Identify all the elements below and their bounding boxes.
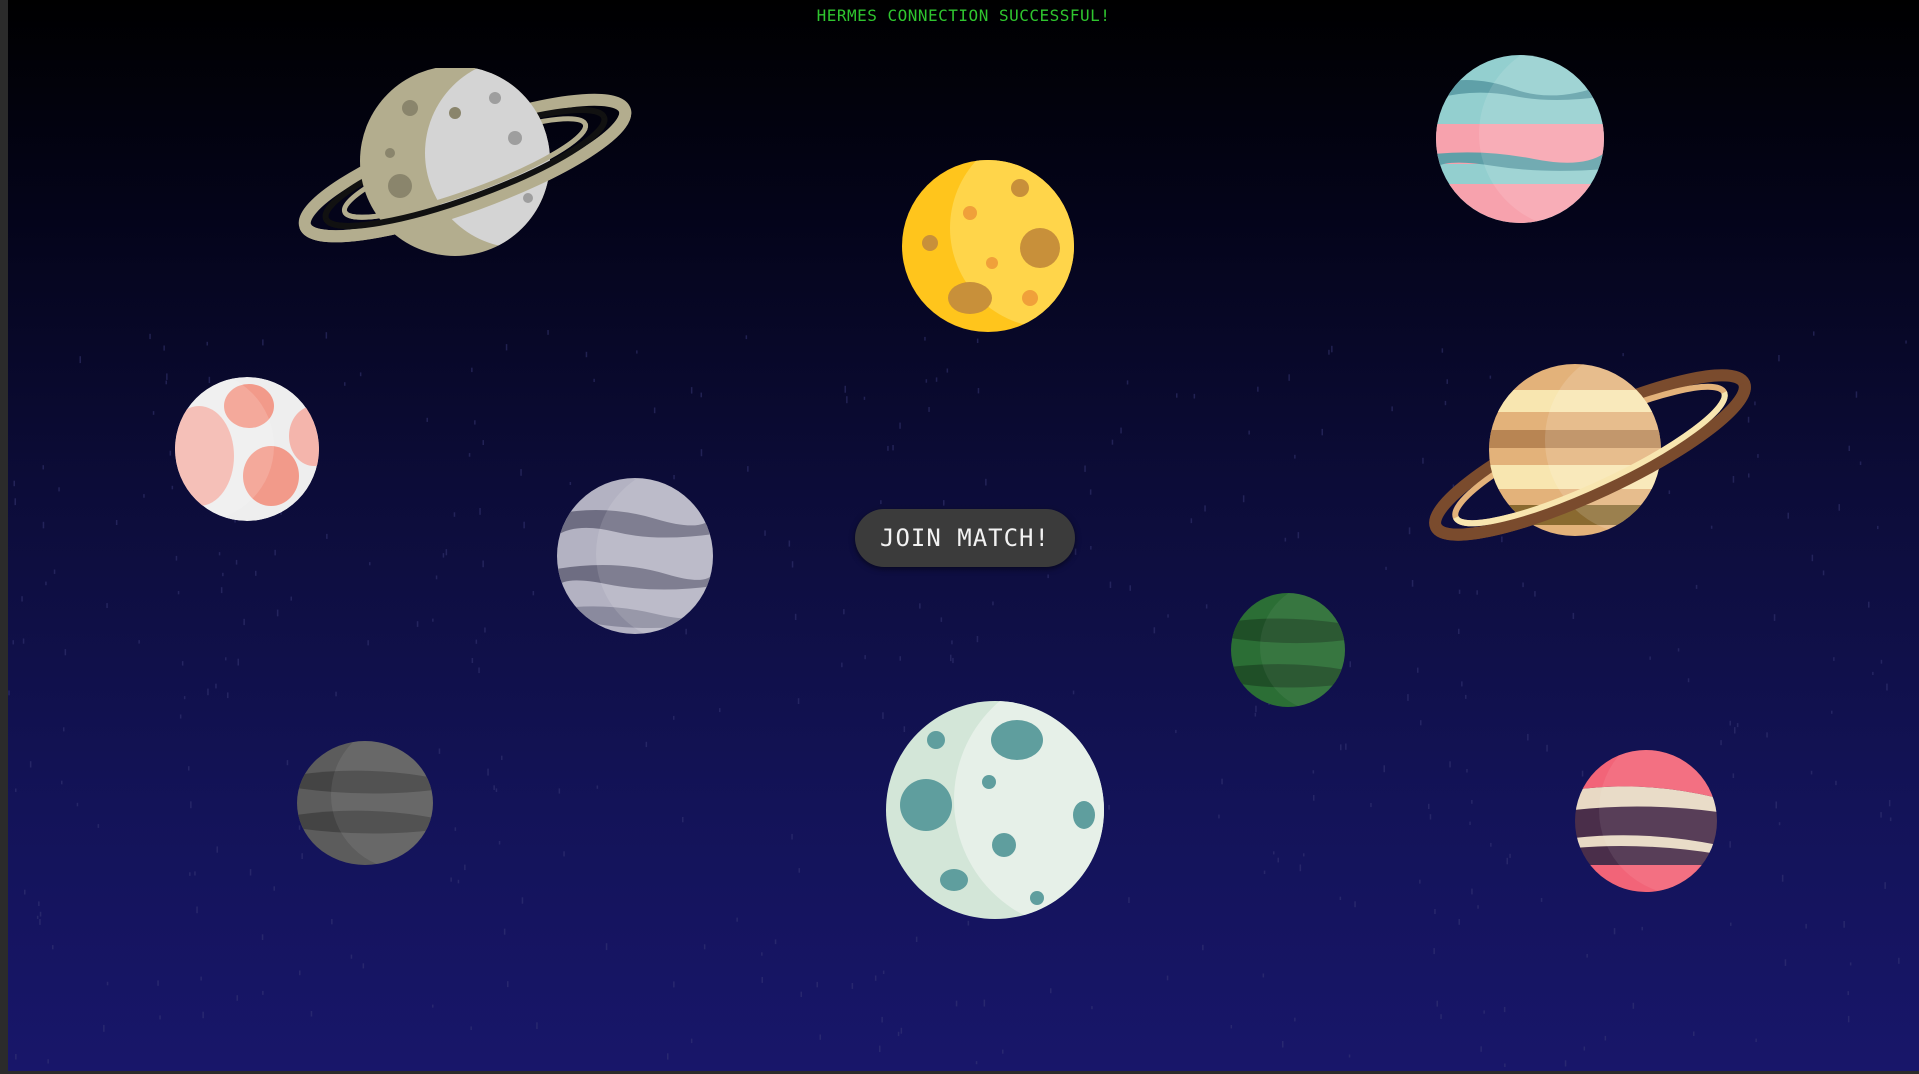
green-planet [1231, 593, 1345, 707]
join-match-button[interactable]: JOIN MATCH! [855, 509, 1075, 567]
yellow-moon [902, 160, 1074, 332]
dark-grey-planet [297, 741, 433, 865]
grey-ringed-planet [298, 68, 632, 256]
teal-pink-planet [1436, 55, 1604, 223]
red-striped-planet [1575, 750, 1717, 892]
pale-green-moon [886, 701, 1104, 919]
orange-ringed-planet [1429, 364, 1751, 541]
purple-grey-planet [557, 478, 713, 634]
window-left-border [0, 0, 8, 1074]
connection-status-message: HERMES CONNECTION SUCCESSFUL! [816, 6, 1111, 25]
space-background: HERMES CONNECTION SUCCESSFUL! JOIN MATCH… [8, 0, 1919, 1074]
white-red-planet [175, 377, 319, 521]
